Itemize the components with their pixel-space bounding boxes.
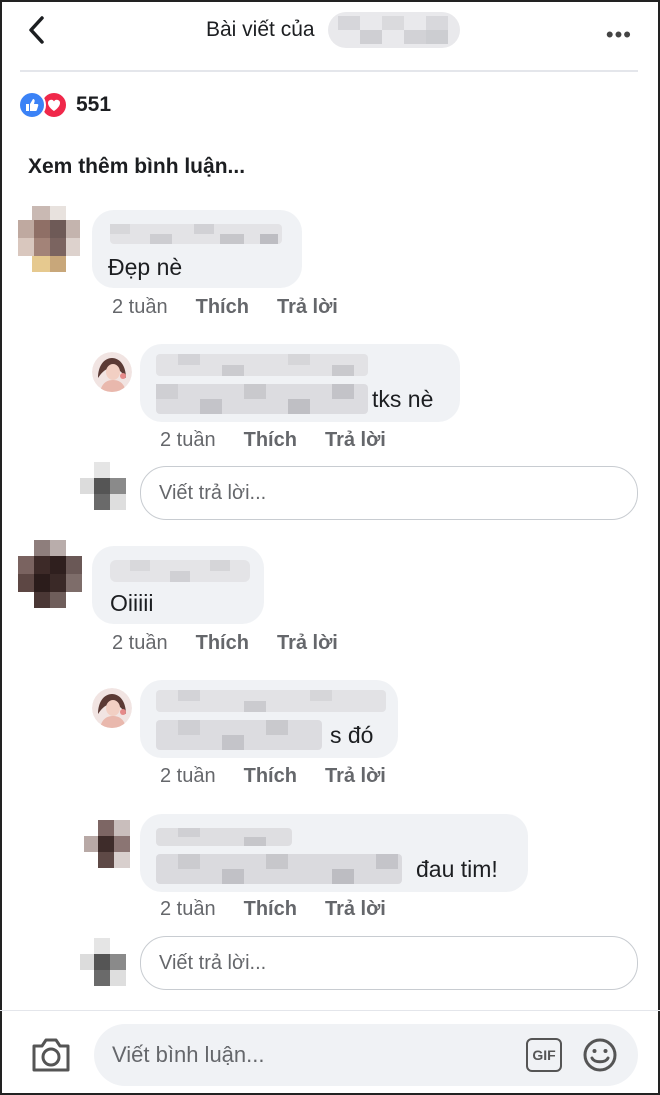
comment-time: 2 tuần [112, 296, 168, 318]
chevron-left-icon [29, 16, 44, 44]
comment-input[interactable]: Viết bình luận... GIF [94, 1024, 638, 1086]
reply-input[interactable]: Viết trả lời... [140, 936, 638, 990]
header-divider [20, 70, 638, 72]
comment-text: Đẹp nè [108, 254, 183, 280]
camera-button[interactable] [30, 1034, 72, 1074]
emoji-button[interactable] [582, 1037, 618, 1073]
avatar[interactable] [18, 206, 80, 276]
comment-input-placeholder: Viết bình luận... [112, 1042, 265, 1067]
more-options-button[interactable]: ••• [606, 22, 632, 48]
page-title: Bài viết của [206, 18, 315, 41]
reply-time: 2 tuần [160, 898, 216, 920]
avatar[interactable] [18, 540, 82, 610]
reply-text: tks nè [372, 386, 434, 412]
like-link[interactable]: Thích [244, 765, 297, 787]
reply-name-blurred [156, 354, 368, 414]
comment-time: 2 tuần [112, 632, 168, 654]
my-avatar [80, 462, 126, 510]
smiley-icon [583, 1038, 617, 1072]
reply-link[interactable]: Trả lời [277, 296, 338, 318]
reply-input[interactable]: Viết trả lời... [140, 466, 638, 520]
reply-time: 2 tuần [160, 765, 216, 787]
comment-bubble[interactable]: Oiiiii [92, 546, 264, 624]
reply-bubble[interactable]: đau tim! [140, 814, 528, 892]
reaction-count: 551 [76, 93, 112, 116]
comment-text: Oiiiii [110, 590, 154, 616]
reply-link[interactable]: Trả lời [325, 429, 386, 451]
my-avatar [80, 938, 126, 986]
reply-link[interactable]: Trả lời [325, 898, 386, 920]
reply-name-blurred [156, 828, 402, 884]
avatar[interactable] [92, 688, 132, 728]
reply-input-placeholder: Viết trả lời... [159, 481, 267, 504]
reply-input-placeholder: Viết trả lời... [159, 951, 267, 974]
reply-link[interactable]: Trả lời [325, 765, 386, 787]
reply-actions: 2 tuần Thích Trả lời [160, 765, 386, 788]
composer-divider [0, 1010, 660, 1011]
author-name-blurred [328, 12, 460, 48]
reply-time: 2 tuần [160, 429, 216, 451]
reply-text: s đó [330, 722, 374, 748]
like-link[interactable]: Thích [196, 296, 249, 318]
reply-actions: 2 tuần Thích Trả lời [160, 429, 386, 452]
commenter-name-blurred [110, 560, 250, 582]
like-link[interactable]: Thích [196, 632, 249, 654]
reply-actions: 2 tuần Thích Trả lời [160, 898, 386, 921]
like-reaction-icon [18, 91, 46, 119]
comment-bubble[interactable]: Đẹp nè [92, 210, 302, 288]
avatar[interactable] [84, 820, 130, 868]
commenter-name-blurred [110, 224, 282, 244]
reactions-summary[interactable]: 551 [18, 90, 111, 120]
like-link[interactable]: Thích [244, 898, 297, 920]
gif-button[interactable]: GIF [526, 1038, 562, 1072]
reply-link[interactable]: Trả lời [277, 632, 338, 654]
comment-actions: 2 tuần Thích Trả lời [112, 296, 338, 319]
header: Bài viết của ••• [0, 0, 660, 66]
like-link[interactable]: Thích [244, 429, 297, 451]
camera-icon [32, 1038, 70, 1072]
avatar[interactable] [92, 352, 132, 392]
reply-bubble[interactable]: tks nè [140, 344, 460, 422]
reply-bubble[interactable]: s đó [140, 680, 398, 758]
view-more-comments-link[interactable]: Xem thêm bình luận... [28, 155, 245, 179]
reply-text: đau tim! [416, 856, 498, 882]
comment-actions: 2 tuần Thích Trả lời [112, 632, 338, 655]
back-button[interactable] [22, 14, 54, 46]
